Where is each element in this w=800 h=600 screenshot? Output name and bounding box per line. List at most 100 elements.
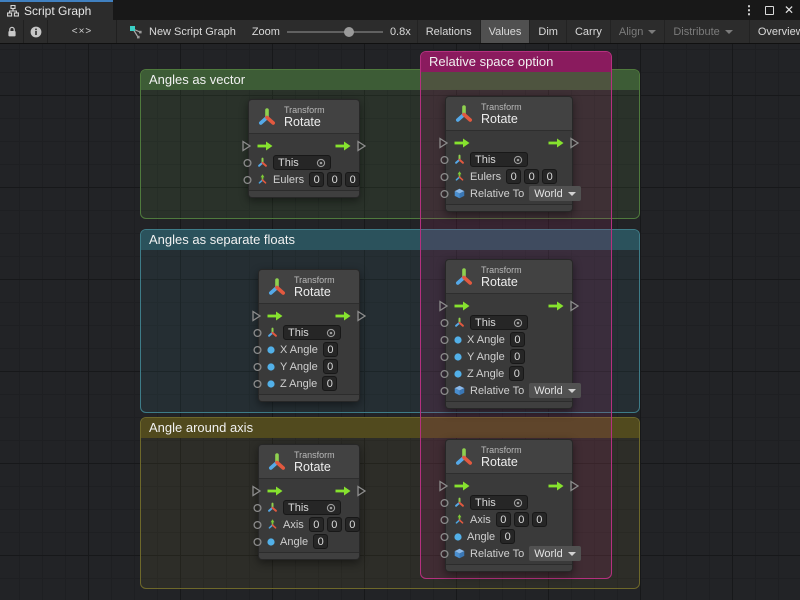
node-transform-rotate[interactable]: TransformRotate This Axis000 Angle0: [258, 444, 360, 560]
control-enter-arrow-icon[interactable]: [267, 486, 283, 496]
vector-component-input[interactable]: 0: [514, 512, 529, 527]
float-input[interactable]: 0: [323, 359, 338, 374]
float-input[interactable]: 0: [509, 366, 524, 381]
float-input[interactable]: 0: [323, 342, 338, 357]
toolbar-button-carry[interactable]: Carry: [566, 20, 610, 43]
node-transform-rotate[interactable]: TransformRotate This X Angle0 Y Angle0 Z…: [258, 269, 360, 402]
vector-component-input[interactable]: 0: [496, 512, 511, 527]
self-target-field[interactable]: This: [283, 500, 341, 515]
value-input-port[interactable]: [243, 158, 252, 167]
float-input[interactable]: 0: [510, 332, 525, 347]
value-input-port[interactable]: [253, 362, 262, 371]
control-input-port[interactable]: [439, 480, 448, 491]
relative-space-dropdown[interactable]: World: [529, 383, 581, 398]
value-input-port[interactable]: [440, 352, 449, 361]
value-input-port[interactable]: [253, 379, 262, 388]
float-input[interactable]: 0: [500, 529, 515, 544]
zoom-slider[interactable]: [287, 31, 383, 33]
vector-component-input[interactable]: 0: [532, 512, 547, 527]
node-title-bar[interactable]: TransformRotate: [446, 260, 572, 294]
node-transform-rotate[interactable]: TransformRotate This X Angle0 Y Angle0 Z…: [445, 259, 573, 409]
maximize-icon[interactable]: [765, 6, 774, 15]
value-input-port[interactable]: [440, 549, 449, 558]
control-exit-arrow-icon[interactable]: [548, 481, 564, 491]
vector-component-input[interactable]: 0: [345, 517, 360, 532]
toolbar-button-align[interactable]: Align: [610, 20, 664, 43]
control-output-port[interactable]: [570, 480, 579, 491]
vector-component-input[interactable]: 0: [345, 172, 360, 187]
self-target-field[interactable]: This: [273, 155, 331, 170]
value-input-port[interactable]: [440, 515, 449, 524]
value-input-port[interactable]: [253, 328, 262, 337]
value-input-port[interactable]: [440, 369, 449, 378]
kebab-menu-icon[interactable]: ⋮: [743, 4, 755, 16]
value-input-port[interactable]: [253, 520, 262, 529]
value-input-port[interactable]: [440, 532, 449, 541]
control-input-port[interactable]: [439, 300, 448, 311]
control-input-port[interactable]: [439, 137, 448, 148]
control-input-port[interactable]: [252, 310, 261, 321]
value-input-port[interactable]: [440, 189, 449, 198]
float-input[interactable]: 0: [510, 349, 525, 364]
self-target-field[interactable]: This: [470, 495, 528, 510]
float-input[interactable]: 0: [322, 376, 337, 391]
node-transform-rotate[interactable]: TransformRotate This Eulers000 Relative …: [445, 96, 573, 212]
toolbar-button-overview[interactable]: Overview: [749, 20, 800, 43]
toolbar-button-dim[interactable]: Dim: [529, 20, 566, 43]
value-input-port[interactable]: [440, 318, 449, 327]
node-title-bar[interactable]: TransformRotate: [259, 270, 359, 304]
control-exit-arrow-icon[interactable]: [335, 486, 351, 496]
vector-component-input[interactable]: 0: [327, 172, 342, 187]
vector-component-input[interactable]: 0: [542, 169, 557, 184]
graph-selector[interactable]: New Script Graph: [129, 25, 236, 39]
value-input-port[interactable]: [440, 335, 449, 344]
relative-space-dropdown[interactable]: World: [529, 186, 581, 201]
vector-component-input[interactable]: 0: [309, 172, 324, 187]
node-transform-rotate[interactable]: TransformRotate This Axis000 Angle0 Rela…: [445, 439, 573, 572]
value-input-port[interactable]: [253, 503, 262, 512]
group-header-relative-space-option[interactable]: Relative space option: [421, 52, 611, 72]
control-exit-arrow-icon[interactable]: [335, 141, 351, 151]
control-output-port[interactable]: [357, 140, 366, 151]
node-title-bar[interactable]: TransformRotate: [249, 100, 359, 134]
self-target-field[interactable]: This: [470, 152, 528, 167]
control-input-port[interactable]: [242, 140, 251, 151]
control-output-port[interactable]: [357, 485, 366, 496]
control-output-port[interactable]: [570, 300, 579, 311]
node-transform-rotate[interactable]: TransformRotate This Eulers000: [248, 99, 360, 198]
node-title-bar[interactable]: TransformRotate: [446, 440, 572, 474]
control-enter-arrow-icon[interactable]: [454, 301, 470, 311]
control-enter-arrow-icon[interactable]: [454, 481, 470, 491]
node-title-bar[interactable]: TransformRotate: [259, 445, 359, 479]
value-input-port[interactable]: [253, 345, 262, 354]
control-enter-arrow-icon[interactable]: [267, 311, 283, 321]
vector-component-input[interactable]: 0: [309, 517, 324, 532]
control-exit-arrow-icon[interactable]: [335, 311, 351, 321]
float-input[interactable]: 0: [313, 534, 328, 549]
vector-component-input[interactable]: 0: [524, 169, 539, 184]
value-input-port[interactable]: [243, 175, 252, 184]
control-enter-arrow-icon[interactable]: [257, 141, 273, 151]
vector-component-input[interactable]: 0: [327, 517, 342, 532]
value-input-port[interactable]: [440, 155, 449, 164]
zoom-slider-thumb[interactable]: [344, 27, 354, 37]
vector-component-input[interactable]: 0: [506, 169, 521, 184]
control-exit-arrow-icon[interactable]: [548, 301, 564, 311]
control-output-port[interactable]: [357, 310, 366, 321]
close-icon[interactable]: ✕: [784, 4, 794, 16]
node-title-bar[interactable]: TransformRotate: [446, 97, 572, 131]
relative-space-dropdown[interactable]: World: [529, 546, 581, 561]
code-preview-button[interactable]: <×>: [48, 20, 117, 43]
value-input-port[interactable]: [253, 537, 262, 546]
value-input-port[interactable]: [440, 498, 449, 507]
self-target-field[interactable]: This: [470, 315, 528, 330]
control-input-port[interactable]: [252, 485, 261, 496]
control-output-port[interactable]: [570, 137, 579, 148]
tab-script-graph[interactable]: Script Graph: [0, 0, 113, 20]
graph-canvas[interactable]: Angles as vectorAngles as separate float…: [0, 44, 800, 600]
lock-button[interactable]: [0, 20, 24, 43]
control-enter-arrow-icon[interactable]: [454, 138, 470, 148]
value-input-port[interactable]: [440, 172, 449, 181]
control-exit-arrow-icon[interactable]: [548, 138, 564, 148]
self-target-field[interactable]: This: [283, 325, 341, 340]
